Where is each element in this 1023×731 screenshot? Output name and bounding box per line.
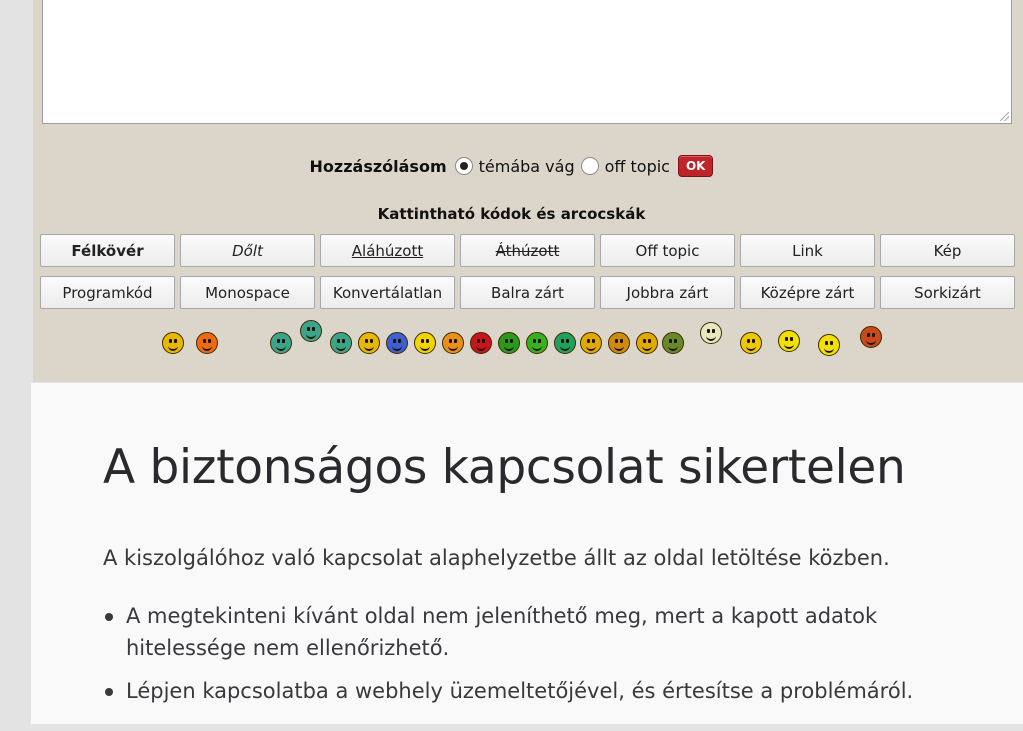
link-button[interactable]: Link [740, 234, 875, 267]
bullet-icon [105, 613, 113, 621]
list-item-text: Lépjen kapcsolatba a webhely üzemeltetőj… [126, 679, 914, 703]
goggle-eyes-icon[interactable] [662, 332, 684, 354]
align-right-button[interactable]: Jobbra zárt [600, 276, 735, 309]
off-topic-button[interactable]: Off topic [600, 234, 735, 267]
smiley-bar [0, 318, 1023, 358]
error-suggestions: A megtekinteni kívánt oldal nem jeleníth… [103, 600, 983, 718]
shout-green-icon[interactable] [498, 332, 520, 354]
grin-green-tall-icon[interactable] [300, 320, 322, 342]
comment-type-row: Hozzászólásom témába vág off topic OK [0, 152, 1023, 180]
radio-off-topic-label[interactable]: off topic [605, 157, 670, 176]
smile-yellow-icon[interactable] [358, 332, 380, 354]
smile-icon[interactable] [162, 332, 184, 354]
codes-title: Kattintható kódok és arcocskák [377, 205, 646, 223]
sad-orange-icon[interactable] [196, 332, 218, 354]
comment-textarea[interactable] [42, 0, 1012, 124]
sad-blue-icon[interactable] [386, 332, 408, 354]
image-button[interactable]: Kép [880, 234, 1015, 267]
ok-button[interactable]: OK [677, 155, 714, 177]
confused-icon[interactable] [740, 332, 762, 354]
justify-button[interactable]: Sorkizárt [880, 276, 1015, 309]
align-left-button[interactable]: Balra zárt [460, 276, 595, 309]
worried-icon[interactable] [414, 332, 436, 354]
raw-button[interactable]: Konvertálatlan [320, 276, 455, 309]
teeth-green-icon[interactable] [330, 332, 352, 354]
monospace-button[interactable]: Monospace [180, 276, 315, 309]
wink-gold-icon[interactable] [636, 332, 658, 354]
angry-red-icon[interactable] [470, 332, 492, 354]
resize-grip[interactable] [1000, 112, 1009, 121]
sleepy-icon[interactable] [818, 334, 840, 356]
smile-brown-icon[interactable] [608, 332, 630, 354]
list-item: Lépjen kapcsolatba a webhely üzemeltetőj… [103, 675, 983, 707]
squint-orange-icon[interactable] [442, 332, 464, 354]
sick-green-icon[interactable] [554, 332, 576, 354]
code-button[interactable]: Programkód [40, 276, 175, 309]
neutral-icon[interactable] [778, 330, 800, 352]
smile-gold-icon[interactable] [580, 332, 602, 354]
comment-type-label: Hozzászólásom [309, 156, 447, 176]
italic-button[interactable]: Dőlt [180, 234, 315, 267]
radio-selected-dot [459, 162, 468, 170]
underline-button[interactable]: Aláhúzott [320, 234, 455, 267]
strikethrough-button[interactable]: Áthúzott [460, 234, 595, 267]
bold-button[interactable]: Félkövér [40, 234, 175, 267]
align-center-button[interactable]: Középre zárt [740, 276, 875, 309]
bullet-icon [105, 688, 113, 696]
list-item-text: A megtekinteni kívánt oldal nem jeleníth… [126, 604, 878, 660]
radio-on-topic-label[interactable]: témába vág [479, 157, 575, 176]
devil-green-icon[interactable] [526, 332, 548, 354]
format-buttons-row-1: Félkövér Dőlt Aláhúzott Áthúzott Off top… [40, 234, 1016, 267]
list-item: A megtekinteni kívánt oldal nem jeleníth… [103, 600, 983, 664]
wall-bang-icon[interactable] [860, 326, 882, 348]
format-buttons-row-2: Programkód Monospace Konvertálatlan Balr… [40, 276, 1016, 309]
error-description: A kiszolgálóhoz való kapcsolat alaphelyz… [103, 546, 890, 570]
radio-on-topic[interactable] [454, 157, 473, 175]
error-title: A biztonságos kapcsolat sikertelen [103, 440, 906, 495]
alien-icon[interactable] [700, 322, 722, 344]
grin-green-icon[interactable] [270, 332, 292, 354]
radio-off-topic[interactable] [580, 157, 599, 175]
